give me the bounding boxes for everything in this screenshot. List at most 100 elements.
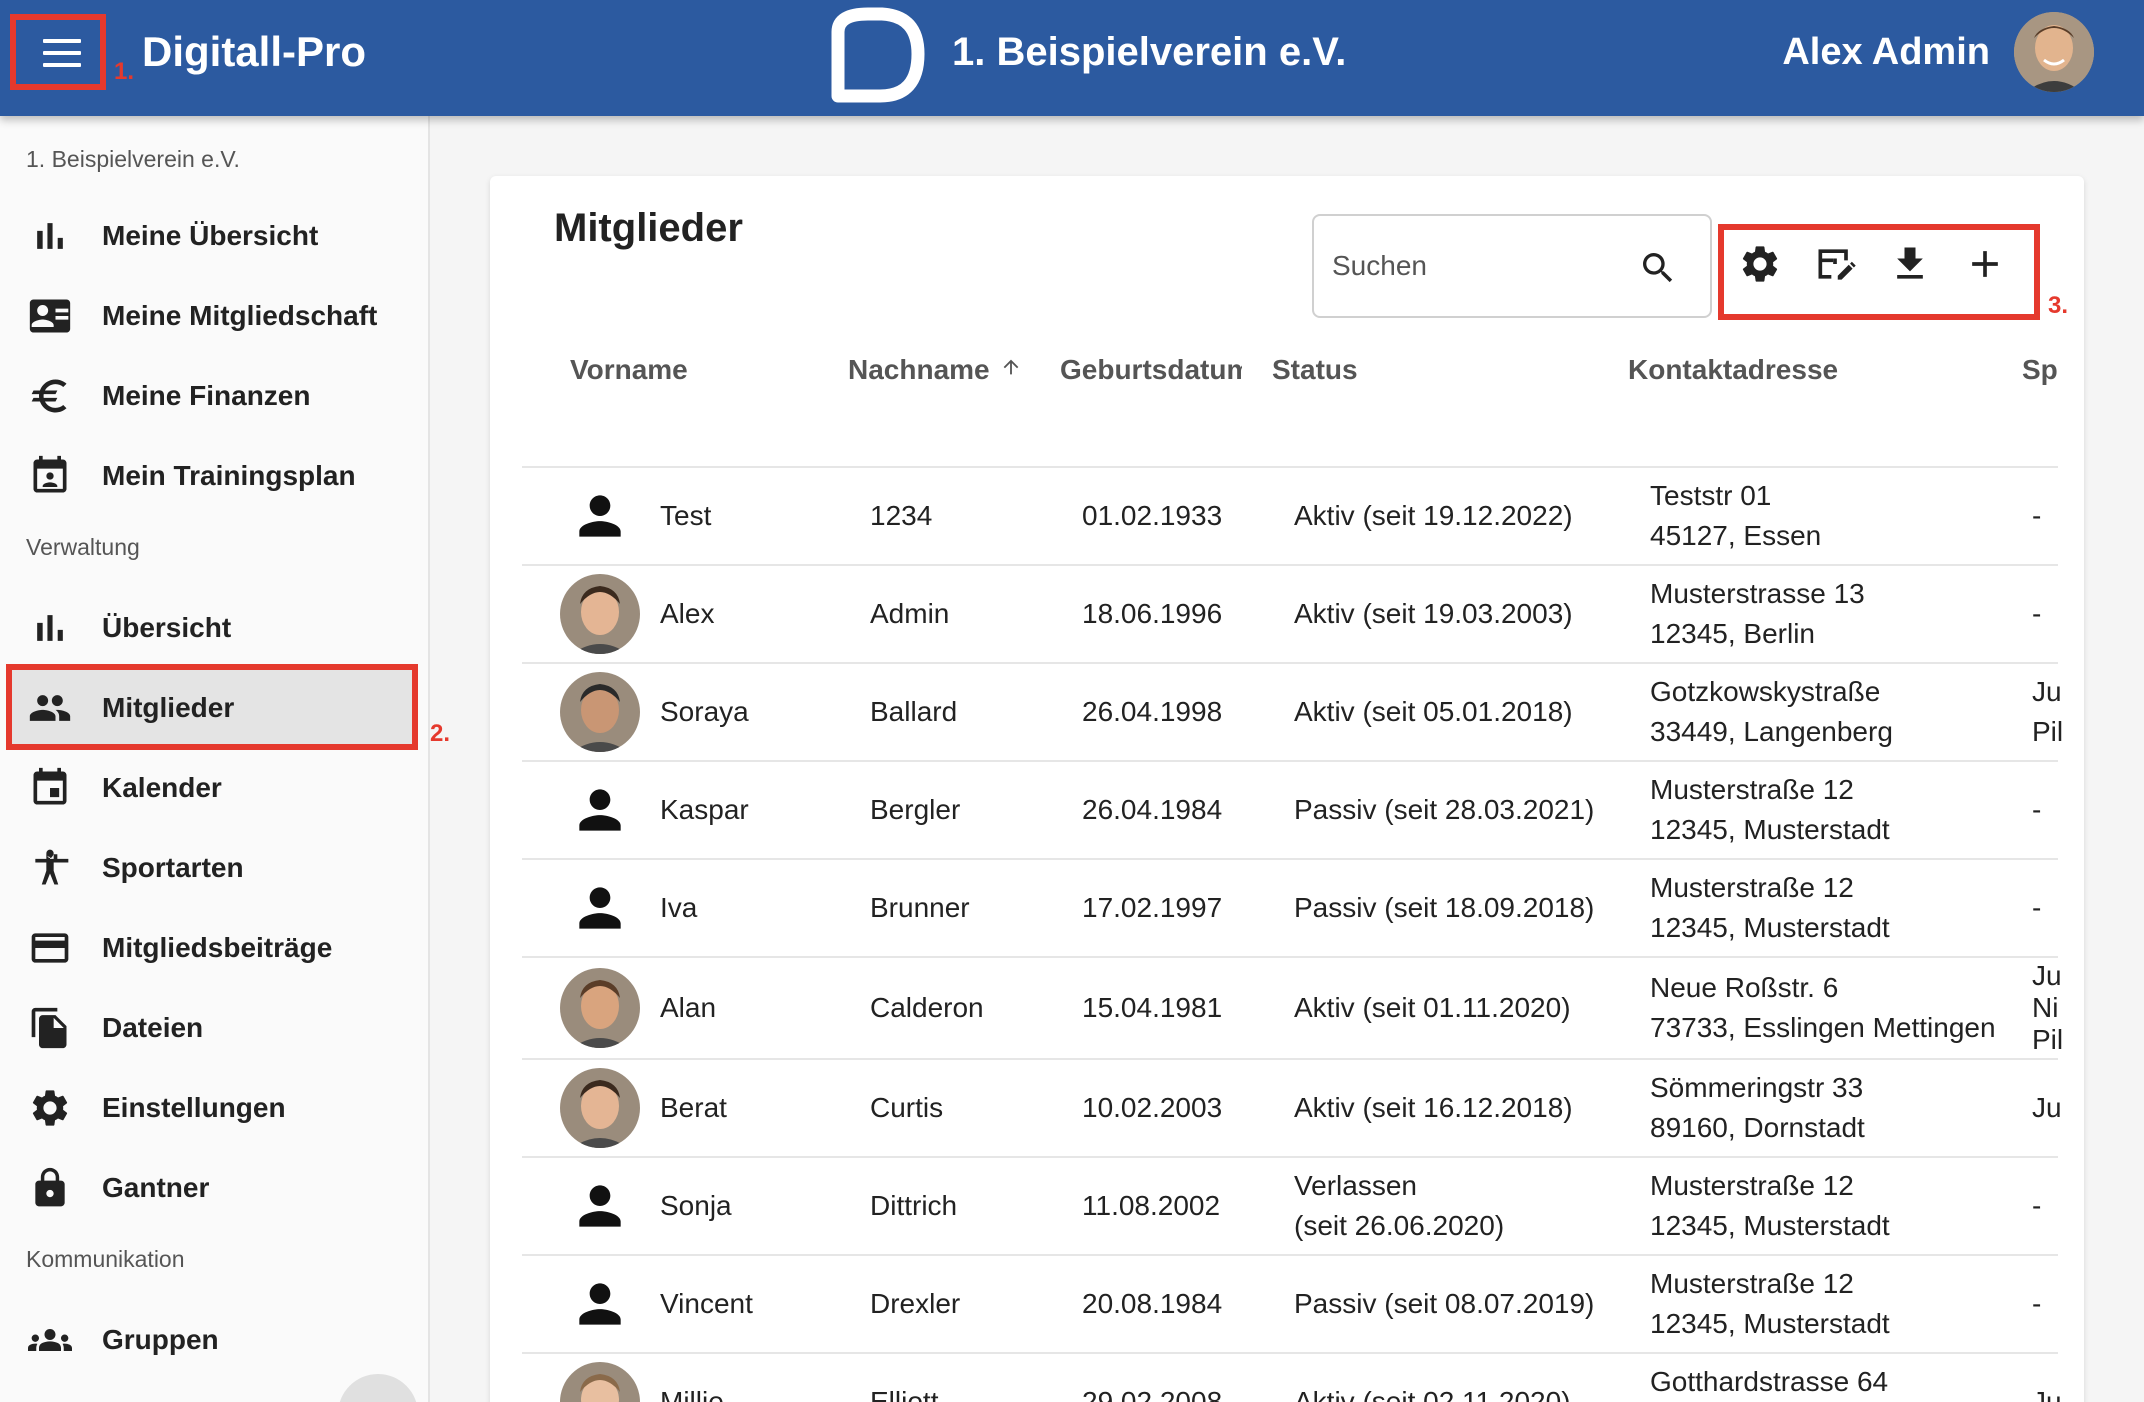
sidebar-item-meine-finanzen[interactable]: Meine Finanzen [8, 358, 416, 434]
cell-sportarten-line: Ju [2032, 676, 2062, 707]
annotation-number-1: 1. [114, 58, 135, 85]
table-row[interactable]: Sonja Dittrich 11.08.2002 Verlassen (seit 26… [522, 1156, 2058, 1254]
table-row[interactable]: Test 1234 01.02.1933 Aktiv (seit 19.12.2022… [522, 466, 2058, 564]
sidebar-item-kalender[interactable]: Kalender [8, 750, 416, 826]
cell-sportarten: Ju [2032, 1088, 2072, 1128]
cell-sportarten-line: - [2032, 1288, 2042, 1319]
cell-status: Passiv (seit 08.07.2019) [1294, 1284, 1594, 1324]
cell-status: Aktiv (seit 05.01.2018) [1294, 692, 1573, 732]
cell-kontaktadresse-line: Gotzkowskystraße [1650, 676, 1881, 707]
column-header-kontaktadresse[interactable]: Kontaktadresse [1628, 354, 1838, 386]
table-row[interactable]: Alex Admin 18.06.1996 Aktiv (seit 19.03.200… [522, 564, 2058, 662]
cell-sportarten: Ju Pil [2032, 672, 2072, 752]
sidebar-item-label: Meine Mitgliedschaft [102, 300, 378, 331]
sidebar-item-sportarten[interactable]: Sportarten [8, 830, 416, 906]
member-photo [560, 1068, 640, 1148]
cell-kontaktadresse: Musterstraße 12 12345, Musterstadt [1650, 770, 1890, 850]
sidebar-item-mitgliedsbeitraege[interactable]: Mitgliedsbeiträge [8, 910, 416, 986]
cell-kontaktadresse-line: Gotthardstrasse 64 [1650, 1366, 1889, 1397]
table-toolbar [1722, 228, 2022, 300]
sidebar-item-meine-uebersicht[interactable]: Meine Übersicht [8, 198, 416, 274]
table-row[interactable]: Vincent Drexler 20.08.1984 Passiv (seit 08.… [522, 1254, 2058, 1352]
cell-vorname: Alex [660, 598, 715, 629]
annotation-number-2: 2. [430, 720, 451, 747]
download-button[interactable] [1882, 236, 1938, 292]
sidebar-item-label: Dateien [102, 1012, 204, 1043]
cell-vorname: Berat [660, 1092, 727, 1123]
club-title: 1. Beispielverein e.V. [952, 30, 1347, 74]
credit-card-icon [8, 926, 92, 970]
cell-status: Verlassen (seit 26.06.2020) [1294, 1166, 1504, 1246]
user-avatar[interactable] [2014, 12, 2094, 92]
column-header-sportarten[interactable]: Sp [2022, 354, 2062, 386]
club-logo [831, 7, 925, 103]
cell-kontaktadresse-line: 45127, Essen [1650, 520, 1822, 551]
cell-geburtsdatum: 18.06.1996 [1082, 598, 1223, 629]
cell-geburtsdatum: 10.02.2003 [1082, 1092, 1223, 1123]
table-row[interactable]: Soraya Ballard 26.04.1998 Aktiv (seit 05.01… [522, 662, 2063, 760]
cell-kontaktadresse: Musterstrasse 13 12345, Berlin [1650, 574, 1865, 654]
table-settings-button[interactable] [1732, 236, 1788, 292]
search-icon[interactable] [1638, 248, 1678, 288]
id-card-icon [8, 294, 92, 338]
people-icon [8, 686, 92, 730]
cell-geburtsdatum: 11.08.2002 [1082, 1190, 1221, 1221]
table-row[interactable]: Kaspar Bergler 26.04.1984 Passiv (seit 28.0… [522, 760, 2058, 858]
add-member-button[interactable] [1957, 236, 2013, 292]
sidebar-item-label: Sportarten [102, 852, 244, 883]
table-row[interactable]: Millie Elliott 29.02.2008 Aktiv (seit 02.11… [522, 1352, 2062, 1402]
cell-kontaktadresse: Gotzkowskystraße 33449, Langenberg [1650, 672, 1893, 752]
hamburger-menu-button[interactable] [26, 22, 98, 84]
sidebar-item-dateien[interactable]: Dateien [8, 990, 416, 1066]
cell-sportarten: - [2032, 888, 2072, 928]
cell-status: Aktiv (seit 19.03.2003) [1294, 594, 1573, 634]
sidebar-item-meine-mitgliedschaft[interactable]: Meine Mitgliedschaft [8, 278, 416, 354]
table-row[interactable]: Iva Brunner 17.02.1997 Passiv (seit 18.09.2… [522, 858, 2058, 956]
person-icon [560, 1166, 640, 1246]
sidebar-item-gruppen[interactable]: Gruppen [8, 1302, 416, 1378]
member-photo [560, 1362, 640, 1402]
cell-nachname: Ballard [870, 696, 958, 727]
table-row[interactable]: Alan Calderon 15.04.1981 Aktiv (seit 01.11.… [522, 956, 2063, 1058]
cell-nachname: Curtis [870, 1092, 944, 1123]
cell-geburtsdatum: 26.04.1998 [1082, 696, 1223, 727]
search-input[interactable] [1332, 240, 1622, 292]
cell-vorname: Vincent [660, 1288, 753, 1319]
sidebar-item-gantner[interactable]: Gantner [8, 1150, 416, 1226]
column-header-vorname[interactable]: Vorname [570, 354, 688, 386]
column-header-nachname[interactable]: Nachname [848, 354, 1022, 386]
table-row[interactable]: Berat Curtis 10.02.2003 Aktiv (seit 16.12.2… [522, 1058, 2062, 1156]
search-field[interactable] [1312, 214, 1712, 318]
cell-sportarten-line: - [2032, 794, 2042, 825]
cell-kontaktadresse-line: 89160, Dornstadt [1650, 1112, 1865, 1143]
table-edit-button[interactable] [1807, 236, 1863, 292]
sidebar-item-uebersicht[interactable]: Übersicht [8, 590, 416, 666]
sidebar-item-label: Meine Übersicht [102, 220, 319, 251]
column-header-status[interactable]: Status [1272, 354, 1358, 386]
members-table-body: Test 1234 01.02.1933 Aktiv (seit 19.12.2022… [522, 466, 2063, 1402]
cell-status-line: Passiv (seit 28.03.2021) [1294, 794, 1595, 825]
user-name[interactable]: Alex Admin [1782, 26, 1990, 78]
sidebar-item-label: Gruppen [102, 1324, 219, 1355]
cell-status: Aktiv (seit 16.12.2018) [1294, 1088, 1573, 1128]
cell-kontaktadresse-line: Musterstraße 12 [1650, 1268, 1854, 1299]
person-icon [560, 1264, 640, 1344]
cell-geburtsdatum: 17.02.1997 [1082, 892, 1223, 923]
sidebar-scroll-button[interactable] [338, 1374, 418, 1402]
cell-geburtsdatum: 26.04.1984 [1082, 794, 1223, 825]
sidebar-item-mein-trainingsplan[interactable]: Mein Trainingsplan [8, 438, 416, 514]
euro-icon [8, 374, 92, 418]
cell-nachname: Admin [870, 598, 950, 629]
cell-nachname: Dittrich [870, 1190, 958, 1221]
cell-sportarten: - [2032, 1186, 2072, 1226]
lock-icon [8, 1166, 92, 1210]
column-header-geburtsdatum[interactable]: Geburtsdatum [1060, 354, 1242, 386]
sidebar-item-einstellungen[interactable]: Einstellungen [8, 1070, 416, 1146]
cell-geburtsdatum: 01.02.1933 [1082, 500, 1223, 531]
sidebar-item-mitglieder[interactable]: Mitglieder [8, 670, 416, 746]
cell-kontaktadresse-line: Musterstraße 12 [1650, 872, 1854, 903]
cell-kontaktadresse-line: 33449, Langenberg [1650, 716, 1893, 747]
cell-status: Aktiv (seit 02.11.2020) [1294, 1382, 1571, 1402]
app-title: Digitall-Pro [142, 28, 367, 75]
cell-status-line: Verlassen [1294, 1170, 1417, 1201]
